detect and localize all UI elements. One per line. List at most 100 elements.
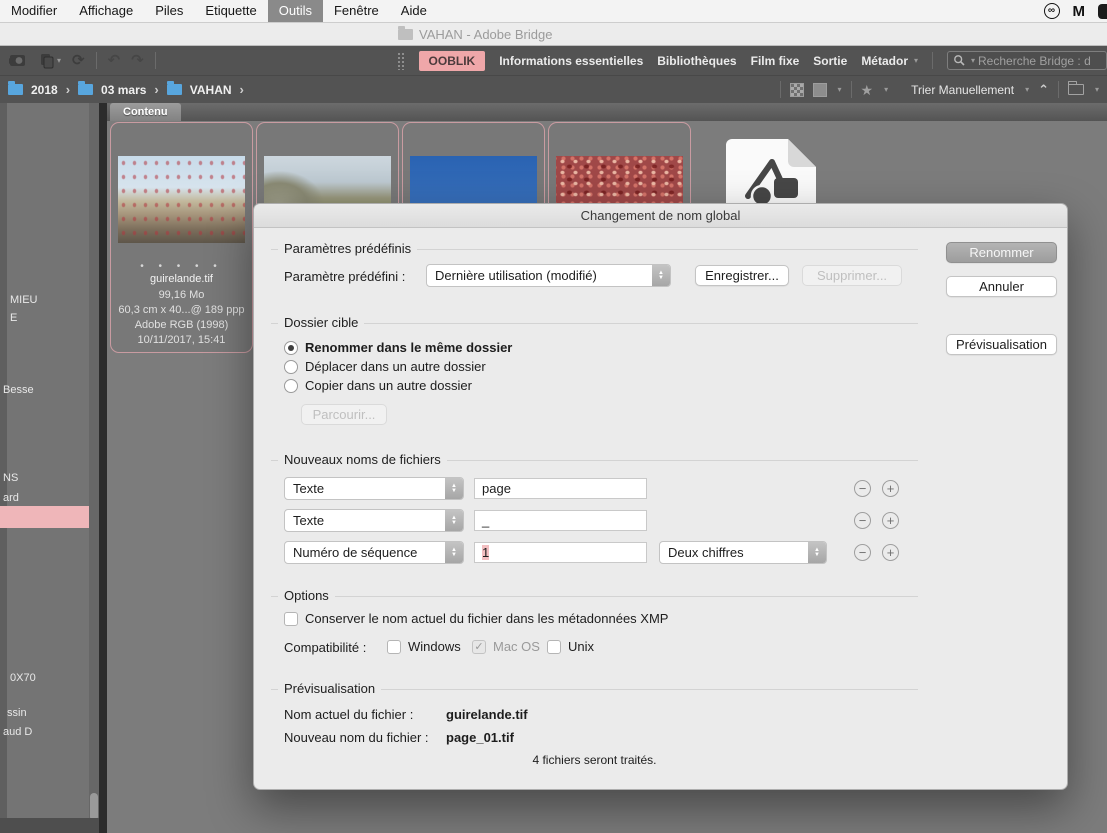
breadcrumb-2018[interactable]: 2018 — [31, 83, 58, 97]
content-panel-header — [107, 103, 1107, 121]
stepper-arrows-icon: ▲▼ — [808, 542, 826, 563]
cancel-button[interactable]: Annuler — [946, 276, 1057, 297]
checkbox-unchecked-icon[interactable] — [387, 640, 401, 654]
rating-dots[interactable]: • • • • • — [111, 261, 252, 272]
sidebar-scrollbar-thumb[interactable] — [90, 793, 98, 821]
rotate-folder-icon[interactable] — [1068, 84, 1084, 95]
sidebar-item[interactable]: MIEU — [10, 294, 38, 306]
sidebar-scrollbar[interactable] — [89, 103, 99, 833]
preview-section-label: Prévisualisation — [278, 681, 381, 696]
refresh-icon[interactable]: ⟳ — [72, 53, 85, 68]
file-size: 99,16 Mo — [111, 289, 252, 301]
filter-rating-dropdown-icon[interactable]: ▾ — [884, 85, 888, 94]
search-input[interactable]: ▾ Recherche Bridge : d — [947, 51, 1107, 70]
menu-aide[interactable]: Aide — [390, 0, 438, 22]
delete-preset-button: Supprimer... — [802, 265, 902, 286]
sidebar-item[interactable]: aud D — [3, 726, 32, 738]
thumbnail-quality-dropdown-icon[interactable]: ▾ — [838, 85, 842, 94]
menu-status-icons: ∞ M — [1044, 3, 1107, 20]
digits-format-select[interactable]: Deux chiffres ▲▼ — [659, 541, 827, 564]
workspace-tab-ooblik[interactable]: OOBLIK — [419, 51, 486, 71]
preset-label: Paramètre prédéfini : — [284, 269, 405, 284]
thumbnail-quality-icon[interactable] — [813, 83, 827, 97]
name-part-text-input-1[interactable]: page — [474, 478, 647, 499]
search-scope-icon[interactable]: ▾ — [971, 56, 975, 65]
name-part-text-input-2[interactable]: _ — [474, 510, 647, 531]
workspace-tab-film-fixe[interactable]: Film fixe — [751, 54, 800, 68]
sidebar-item[interactable]: 0X70 — [10, 672, 36, 684]
menu-fenetre[interactable]: Fenêtre — [323, 0, 390, 22]
import-photos-icon[interactable] — [7, 53, 28, 68]
keep-name-checkbox-row[interactable]: Conserver le nom actuel du fichier dans … — [284, 611, 668, 626]
sort-ascending-icon[interactable]: ⌃ — [1038, 82, 1049, 98]
preset-select[interactable]: Dernière utilisation (modifié) ▲▼ — [426, 264, 671, 287]
save-preset-button[interactable]: Enregistrer... — [695, 265, 789, 286]
add-row-button-3[interactable]: + — [882, 544, 899, 561]
sort-dropdown-icon[interactable]: ▾ — [1025, 85, 1029, 94]
search-placeholder: Recherche Bridge : d — [978, 54, 1091, 68]
m-badge-icon[interactable]: M — [1073, 3, 1086, 20]
sequence-start-input[interactable]: 1 — [474, 542, 647, 563]
workspace-tab-metadonnees[interactable]: Métador ▾ — [861, 54, 918, 68]
folder-dropdown-icon[interactable]: ▾ — [1095, 85, 1099, 94]
toolbar-divider — [780, 81, 781, 98]
workspace-more-icon[interactable]: ▾ — [914, 56, 918, 65]
thumbnail-guirelande[interactable]: • • • • • guirelande.tif 99,16 Mo 60,3 c… — [110, 122, 253, 353]
menu-affichage[interactable]: Affichage — [68, 0, 144, 22]
radio-move-other-folder[interactable]: Déplacer dans un autre dossier — [284, 359, 486, 374]
folder-icon — [167, 84, 182, 95]
menu-etiquette[interactable]: Etiquette — [194, 0, 267, 22]
radio-rename-same-folder[interactable]: Renommer dans le même dossier — [284, 340, 512, 355]
sidebar-item[interactable]: E — [10, 312, 17, 324]
name-part-type-select-1[interactable]: Texte ▲▼ — [284, 477, 464, 500]
sidebar-item[interactable]: ssin — [7, 707, 27, 719]
tab-contenu[interactable]: Contenu — [110, 103, 181, 121]
sidebar-selected-row[interactable] — [0, 506, 89, 528]
sort-label[interactable]: Trier Manuellement — [911, 83, 1014, 97]
breadcrumb-03-mars[interactable]: 03 mars — [101, 83, 146, 97]
rename-button[interactable]: Renommer — [946, 242, 1057, 263]
preview-button[interactable]: Prévisualisation — [946, 334, 1057, 355]
sidebar-item[interactable]: Besse — [3, 384, 34, 396]
add-row-button-2[interactable]: + — [882, 512, 899, 529]
folder-icon — [8, 84, 23, 95]
compat-unix-row[interactable]: Unix — [547, 639, 594, 654]
radio-off-icon[interactable] — [284, 379, 298, 393]
dialog-title[interactable]: Changement de nom global — [254, 204, 1067, 228]
radio-on-icon[interactable] — [284, 341, 298, 355]
breadcrumb-vahan[interactable]: VAHAN — [190, 83, 232, 97]
workspace-tab-sortie[interactable]: Sortie — [813, 54, 847, 68]
filter-rejected-icon[interactable] — [790, 83, 804, 97]
checkbox-unchecked-icon[interactable] — [284, 612, 298, 626]
name-part-type-select-3[interactable]: Numéro de séquence ▲▼ — [284, 541, 464, 564]
filenames-section-label: Nouveaux noms de fichiers — [278, 452, 447, 467]
remove-row-button-1[interactable]: − — [854, 480, 871, 497]
sidebar-item[interactable]: ard — [3, 492, 19, 504]
undo-icon[interactable]: ↶ — [108, 53, 121, 68]
file-name[interactable]: guirelande.tif — [111, 273, 252, 285]
workspace-grip-handle[interactable] — [397, 52, 405, 70]
menu-piles[interactable]: Piles — [144, 0, 194, 22]
filter-rating-icon[interactable]: ★ — [861, 83, 874, 97]
sidebar-item[interactable]: NS — [3, 472, 18, 484]
checkbox-unchecked-icon[interactable] — [547, 640, 561, 654]
redo-icon[interactable]: ↷ — [131, 53, 144, 68]
radio-off-icon[interactable] — [284, 360, 298, 374]
panel-splitter[interactable] — [99, 103, 107, 833]
thumbnail-image[interactable] — [118, 156, 245, 243]
creative-cloud-icon[interactable]: ∞ — [1044, 3, 1060, 19]
remove-row-button-3[interactable]: − — [854, 544, 871, 561]
copy-dropdown-icon[interactable]: ▾ — [57, 56, 61, 65]
compat-windows-row[interactable]: Windows — [387, 639, 461, 654]
radio-copy-other-folder[interactable]: Copier dans un autre dossier — [284, 378, 472, 393]
copy-files-icon[interactable] — [39, 53, 55, 69]
menu-modifier[interactable]: Modifier — [0, 0, 68, 22]
clipped-status-icon[interactable] — [1098, 4, 1107, 19]
workspace-tab-informations-essentielles[interactable]: Informations essentielles — [499, 54, 643, 68]
workspace-tab-bibliotheques[interactable]: Bibliothèques — [657, 54, 736, 68]
section-divider — [271, 596, 918, 597]
name-part-type-select-2[interactable]: Texte ▲▼ — [284, 509, 464, 532]
add-row-button-1[interactable]: + — [882, 480, 899, 497]
remove-row-button-2[interactable]: − — [854, 512, 871, 529]
menu-outils[interactable]: Outils — [268, 0, 323, 22]
